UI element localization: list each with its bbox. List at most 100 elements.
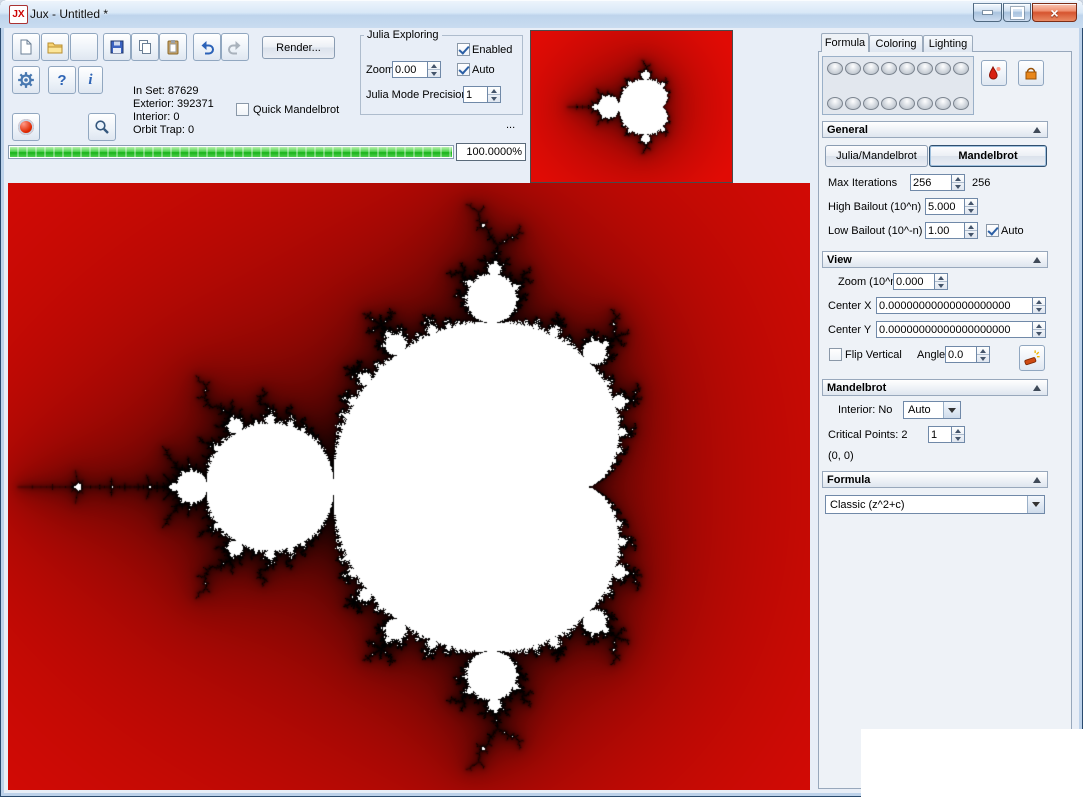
gradient-slot-button[interactable]: [863, 62, 879, 75]
section-header-general[interactable]: General: [822, 121, 1048, 138]
gradient-slot-button[interactable]: [935, 97, 951, 110]
spin-up-icon[interactable]: [965, 223, 977, 231]
tab-lighting[interactable]: Lighting: [923, 35, 973, 52]
more-options-label[interactable]: ...: [506, 119, 515, 131]
magnifier-icon: [94, 119, 110, 135]
center-y-spinner[interactable]: [1032, 321, 1046, 338]
spin-up-icon[interactable]: [1033, 298, 1045, 306]
close-button[interactable]: ×: [1032, 3, 1077, 22]
undo-button[interactable]: [193, 33, 221, 61]
fractal-thumbnail[interactable]: [530, 30, 733, 183]
formula-dropdown[interactable]: Classic (z^2+c): [825, 495, 1045, 514]
palette-button[interactable]: [1018, 60, 1044, 86]
gradient-slot-button[interactable]: [917, 62, 933, 75]
chevron-down-icon[interactable]: [943, 402, 960, 418]
spin-down-icon[interactable]: [1033, 306, 1045, 313]
gradient-slot-button[interactable]: [845, 62, 861, 75]
critical-points-input[interactable]: [928, 426, 952, 443]
section-header-formula[interactable]: Formula: [822, 471, 1048, 488]
gradient-slot-button[interactable]: [827, 97, 843, 110]
spin-up-icon[interactable]: [1033, 322, 1045, 330]
spin-up-icon[interactable]: [965, 199, 977, 207]
fractal-thumbnail-canvas[interactable]: [531, 31, 732, 182]
gradient-slot-button[interactable]: [953, 62, 969, 75]
gradient-button[interactable]: [981, 60, 1007, 86]
spin-down-icon[interactable]: [977, 355, 989, 362]
center-y-input[interactable]: [876, 321, 1033, 338]
max-iterations-input[interactable]: [910, 174, 952, 191]
blank-button[interactable]: [70, 33, 98, 61]
maximize-button[interactable]: [1003, 3, 1031, 22]
high-bailout-spinner[interactable]: [964, 198, 978, 215]
julia-auto-checkbox[interactable]: [457, 63, 470, 76]
spin-down-icon[interactable]: [965, 231, 977, 238]
spin-up-icon[interactable]: [935, 274, 947, 282]
center-x-spinner[interactable]: [1032, 297, 1046, 314]
mandelbrot-mode-button[interactable]: Mandelbrot: [929, 145, 1047, 167]
new-button[interactable]: [12, 33, 40, 61]
low-bailout-auto-checkbox[interactable]: [986, 224, 999, 237]
spin-down-icon[interactable]: [488, 95, 500, 102]
gradient-slot-button[interactable]: [935, 62, 951, 75]
spin-down-icon[interactable]: [935, 282, 947, 289]
render-button[interactable]: Render...: [262, 36, 335, 59]
gradient-slot-button[interactable]: [899, 97, 915, 110]
gradient-slot-button[interactable]: [953, 97, 969, 110]
view-zoom-input[interactable]: [893, 273, 935, 290]
settings-button[interactable]: [12, 66, 40, 94]
section-header-view[interactable]: View: [822, 251, 1048, 268]
gradient-slot-button[interactable]: [827, 62, 843, 75]
view-zoom-label: Zoom (10^n): [838, 276, 900, 288]
critical-points-spinner[interactable]: [951, 426, 965, 443]
gradient-slot-button[interactable]: [863, 97, 879, 110]
julia-zoom-input[interactable]: [392, 61, 428, 78]
copy-button[interactable]: [131, 33, 159, 61]
help-button[interactable]: ?: [48, 66, 76, 94]
spin-up-icon[interactable]: [488, 87, 500, 95]
julia-enabled-checkbox[interactable]: [457, 43, 470, 56]
flip-vertical-checkbox[interactable]: [829, 348, 842, 361]
open-button[interactable]: [41, 33, 69, 61]
tab-coloring[interactable]: Coloring: [869, 35, 923, 52]
max-iterations-spinner[interactable]: [951, 174, 965, 191]
julia-mandelbrot-toggle-button[interactable]: Julia/Mandelbrot: [825, 145, 928, 167]
spin-up-icon[interactable]: [977, 347, 989, 355]
spin-down-icon[interactable]: [965, 207, 977, 214]
stop-render-button[interactable]: [12, 113, 40, 141]
redo-button[interactable]: [221, 33, 249, 61]
julia-zoom-spinner[interactable]: [427, 61, 441, 78]
center-x-input[interactable]: [876, 297, 1033, 314]
fractal-canvas[interactable]: [8, 183, 810, 790]
angle-input[interactable]: [945, 346, 977, 363]
save-button[interactable]: [103, 33, 131, 61]
spin-up-icon[interactable]: [428, 62, 440, 70]
gradient-slot-button[interactable]: [917, 97, 933, 110]
chevron-down-icon[interactable]: [1027, 496, 1044, 513]
section-header-mandelbrot[interactable]: Mandelbrot: [822, 379, 1048, 396]
gradient-slot-button[interactable]: [881, 62, 897, 75]
reset-view-button[interactable]: [1019, 345, 1045, 371]
paste-button[interactable]: [159, 33, 187, 61]
julia-precision-spinner[interactable]: [487, 86, 501, 103]
angle-spinner[interactable]: [976, 346, 990, 363]
gradient-slot-button[interactable]: [845, 97, 861, 110]
gradient-slot-button[interactable]: [899, 62, 915, 75]
spin-down-icon[interactable]: [428, 70, 440, 77]
spin-down-icon[interactable]: [952, 183, 964, 190]
quick-mandelbrot-checkbox[interactable]: [236, 103, 249, 116]
high-bailout-input[interactable]: [925, 198, 965, 215]
interior-dropdown[interactable]: Auto: [903, 401, 961, 419]
zoom-tool-button[interactable]: [88, 113, 116, 141]
tab-formula[interactable]: Formula: [821, 33, 869, 52]
low-bailout-input[interactable]: [925, 222, 965, 239]
view-zoom-spinner[interactable]: [934, 273, 948, 290]
minimize-button[interactable]: [973, 3, 1002, 22]
gradient-slot-button[interactable]: [881, 97, 897, 110]
spin-up-icon[interactable]: [952, 175, 964, 183]
spin-up-icon[interactable]: [952, 427, 964, 435]
julia-precision-input[interactable]: [463, 86, 488, 103]
low-bailout-spinner[interactable]: [964, 222, 978, 239]
spin-down-icon[interactable]: [952, 435, 964, 442]
spin-down-icon[interactable]: [1033, 330, 1045, 337]
info-button[interactable]: i: [78, 66, 103, 94]
